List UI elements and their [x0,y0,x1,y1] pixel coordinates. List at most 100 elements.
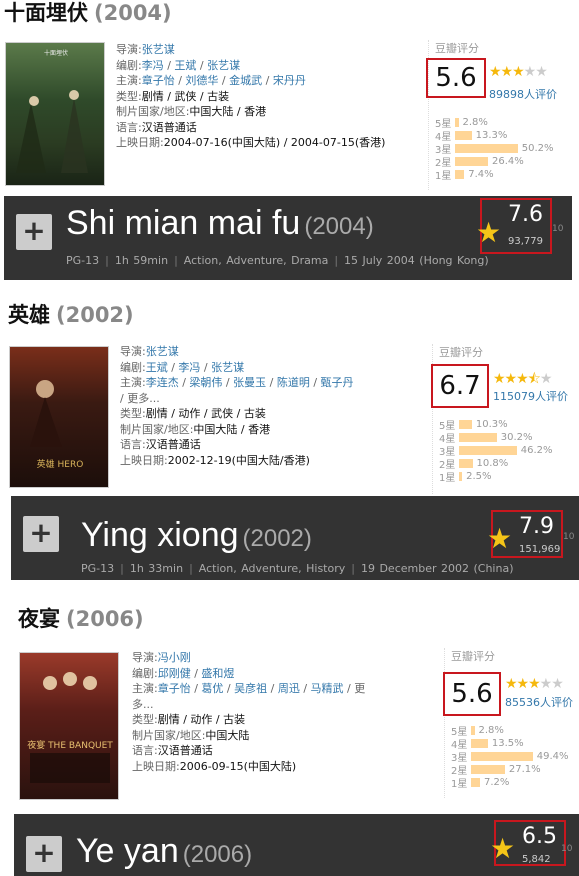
cast-link[interactable]: 李连杰 [146,376,179,389]
writer-link[interactable]: 李冯 [178,361,200,374]
cast-label: 主演: [120,376,146,389]
add-watchlist-button[interactable]: + [23,516,59,552]
cast-label: 主演: [116,74,142,87]
movie-poster[interactable]: 夜宴 THE BANQUET [19,652,119,800]
imdb-title: Shi mian mai fu (2004) [66,204,374,243]
douban-rating-panel: 豆瓣评分 6.7 ★★★⯪★ 115079人评价 5星 10.3% 4星 30.2% 3… [431,344,579,494]
histogram-bar [455,157,488,166]
imdb-rating-box: ★ 7.9 151,969 [487,510,563,558]
histogram-bar [459,433,497,442]
release-label: 上映日期: [116,136,164,149]
movie-title: 夜宴 (2006) [18,606,144,632]
add-watchlist-button[interactable]: + [16,214,52,250]
histogram-percent: 10.8% [476,458,509,469]
histogram-bar [459,446,517,455]
imdb-year: (2002) [242,525,312,552]
director-label: 导演: [116,43,142,56]
histogram-row: 5星 10.3% [439,418,579,432]
cast-link[interactable]: 葛优 [201,682,223,695]
movie-poster[interactable]: 英雄 HERO [9,346,109,488]
cast-link[interactable]: 张曼玉 [233,376,266,389]
country-label: 制片国家/地区: [120,422,194,436]
director-label: 导演: [132,651,158,664]
director-link[interactable]: 冯小刚 [158,651,191,664]
histogram-percent: 2.8% [478,725,504,736]
cast-link[interactable]: 章子怡 [158,682,191,695]
genres-value: 剧情 / 动作 / 古装 [157,713,246,726]
writer-link[interactable]: 邱刚健 [158,667,191,680]
imdb-scale: 10 [561,844,573,854]
release-label: 上映日期: [120,453,168,467]
add-watchlist-button[interactable]: + [26,836,62,872]
writer-link[interactable]: 李冯 [142,59,164,72]
release-value: 2006-09-15(中国大陆) [179,759,297,773]
imdb-release: 15 July 2004 (Hong Kong) [344,254,489,267]
genres-label: 类型: [120,407,146,420]
rating-histogram: 5星 2.8% 4星 13.5% 3星 49.4% 2星 27.1% 1星 7.2% [451,724,579,790]
cast-link[interactable]: 梁朝伟 [189,376,222,389]
histogram-percent: 2.8% [462,117,488,128]
imdb-title-text: Ye yan [76,832,179,870]
language-label: 语言: [120,438,146,451]
writer-link[interactable]: 盛和煜 [201,667,234,680]
country-label: 制片国家/地区: [132,728,206,742]
imdb-bar: + Ye yan (2006) ★ 6.5 5,842 10 [14,814,579,876]
cast-link[interactable]: 马精武 [311,682,344,695]
imdb-rating-value: 6.5 [522,824,557,849]
imdb-year: (2004) [304,213,374,240]
histogram-row: 3星 50.2% [435,142,579,156]
imdb-title-text: Ying xiong [81,516,239,554]
imdb-release: 19 December 2002 (China) [360,562,514,575]
writer-link[interactable]: 张艺谋 [211,361,244,374]
director-link[interactable]: 张艺谋 [142,43,175,56]
country-label: 制片国家/地区: [116,105,190,118]
imdb-scale: 10 [552,224,564,234]
title-text: 十面埋伏 [4,1,88,25]
title-year: (2004) [94,1,172,25]
writer-link[interactable]: 王斌 [146,361,168,374]
histogram-row: 4星 13.3% [435,129,579,143]
poster-title-text: 夜宴 THE BANQUET [27,739,113,751]
cast-link[interactable]: 周迅 [278,682,300,695]
language-value: 汉语普通话 [141,120,197,134]
histogram-percent: 10.3% [475,419,508,430]
imdb-rated: PG-13 [81,562,115,575]
rating-count-link[interactable]: 85536人评价 [505,694,573,710]
histogram-star-label: 1星 [451,779,468,790]
cast-link[interactable]: 章子怡 [142,74,175,87]
movie-section-3: 夜宴 (2006) 夜宴 THE BANQUET 导演:冯小刚 编剧:邱刚健 / … [0,592,579,876]
histogram-row: 1星 2.5% [439,470,579,484]
douban-score: 5.6 [443,672,501,716]
movie-info: 导演:张艺谋 编剧:王斌 / 李冯 / 张艺谋 主演:李连杰 / 梁朝伟 / 张… [120,345,354,467]
imdb-title: Ying xiong (2002) [81,516,312,555]
rating-count-link[interactable]: 115079人评价 [493,388,568,404]
imdb-rating-box: ★ 7.6 93,779 [476,198,552,254]
rating-count-link[interactable]: 89898人评价 [489,86,557,102]
director-link[interactable]: 张艺谋 [146,345,179,358]
cast-link[interactable]: 陈道明 [277,376,310,389]
rating-histogram: 5星 10.3% 4星 30.2% 3星 46.2% 2星 10.8% 1星 2.5% [439,418,579,484]
imdb-star-icon: ★ [490,832,516,865]
cast-link[interactable]: 吴彦祖 [234,682,267,695]
writer-link[interactable]: 张艺谋 [207,59,240,72]
histogram-percent: 30.2% [500,432,533,443]
cast-link[interactable]: 刘德华 [185,74,218,87]
imdb-genres: Action, Adventure, Drama [183,254,329,267]
cast-link[interactable]: 甄子丹 [321,376,354,389]
imdb-title-text: Shi mian mai fu [66,204,301,242]
country-value: 中国大陆 / 香港 [189,105,267,118]
movie-poster[interactable]: 十面埋伏 [5,42,105,186]
writer-link[interactable]: 王斌 [174,59,196,72]
release-value: 2002-12-19(中国大陆/香港) [167,453,310,467]
cast-link[interactable]: 金城武 [229,74,262,87]
histogram-row: 1星 7.4% [435,168,579,182]
histogram-percent: 13.3% [475,130,508,141]
histogram-bar [471,726,475,735]
cast-link[interactable]: 宋丹丹 [273,74,306,87]
language-label: 语言: [132,744,158,757]
more-cast-link[interactable]: 更多... [127,392,160,405]
histogram-percent: 27.1% [508,764,541,775]
histogram-percent: 50.2% [521,143,554,154]
movie-title: 英雄 (2002) [8,302,134,328]
histogram-row: 4星 30.2% [439,431,579,445]
